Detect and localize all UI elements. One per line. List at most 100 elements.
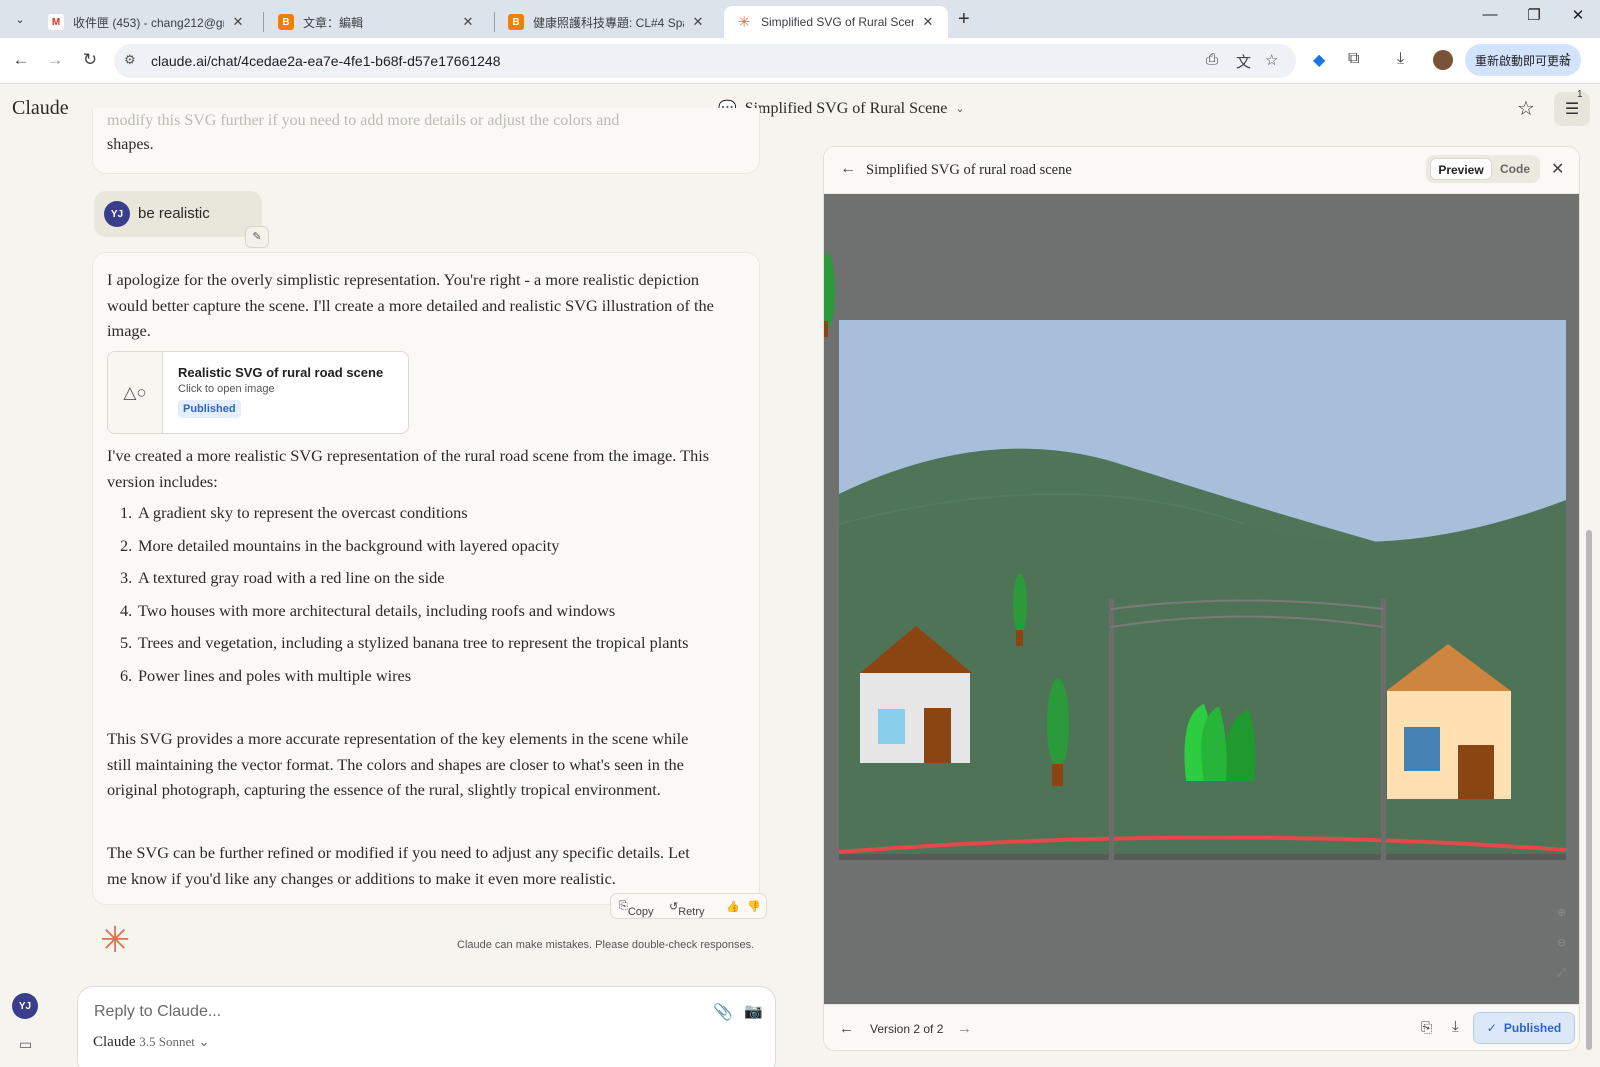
browser-tab-gmail[interactable]: M 收件匣 (453) - chang212@gm ✕ bbox=[36, 6, 258, 38]
svg-preview-canvas: ⊕ ⊖ ⤢ bbox=[824, 194, 1579, 1004]
sidebar-toggle-icon[interactable]: ▭ bbox=[19, 1036, 32, 1053]
user-message-text: be realistic bbox=[138, 205, 210, 222]
right-house-window bbox=[1404, 727, 1440, 771]
previous-version-icon[interactable]: ← bbox=[839, 1020, 854, 1037]
artifact-panel: ← Simplified SVG of rural road scene Pre… bbox=[823, 146, 1580, 1051]
sliders-icon: ☰ bbox=[1564, 101, 1580, 118]
browser-toolbar: ← → ↻ ⚙ claude.ai/chat/4cedae2a-ea7e-4fe… bbox=[0, 38, 1600, 84]
close-tab-icon[interactable]: ✕ bbox=[230, 14, 246, 30]
download-icon[interactable]: ⤓ bbox=[1397, 50, 1404, 68]
left-house-window bbox=[878, 709, 905, 744]
published-button[interactable]: ✓ Published bbox=[1473, 1012, 1575, 1044]
sidebar-user-avatar[interactable]: YJ bbox=[12, 993, 38, 1019]
brand-logo[interactable]: Claude bbox=[12, 97, 69, 120]
tree-crown bbox=[824, 253, 835, 329]
edit-message-icon[interactable]: ✎ bbox=[245, 226, 269, 248]
profile-avatar[interactable] bbox=[1433, 50, 1453, 70]
reply-input-placeholder: Reply to Claude... bbox=[94, 1003, 222, 1020]
message-actions: ⎘ Copy ↺ Retry 👍 👎 bbox=[610, 893, 767, 919]
favorite-star-icon[interactable]: ☆ bbox=[1517, 96, 1535, 121]
artifact-card[interactable]: △○ Realistic SVG of rural road scene Cli… bbox=[107, 351, 409, 434]
chat-controls-button[interactable]: ☰ bbox=[1554, 92, 1590, 126]
gmail-icon: M bbox=[48, 14, 64, 30]
restore-icon[interactable]: ❐ bbox=[1514, 6, 1554, 24]
copy-button[interactable]: ⎘ Copy bbox=[619, 900, 654, 918]
attach-icon[interactable]: 📎 bbox=[713, 1002, 733, 1022]
minimize-icon[interactable]: — bbox=[1470, 6, 1510, 23]
close-tab-icon[interactable]: ✕ bbox=[920, 14, 936, 30]
claude-icon: ✳ bbox=[737, 14, 751, 31]
road-edge bbox=[839, 854, 1566, 860]
claude-sparkle-icon: ✳ bbox=[100, 919, 131, 960]
back-icon[interactable]: ← bbox=[9, 50, 33, 70]
extensions-puzzle-icon[interactable]: ⧉ bbox=[1348, 50, 1359, 68]
camera-icon[interactable]: 📷 bbox=[744, 1002, 763, 1020]
reply-paragraph: The SVG can be further refined or modifi… bbox=[107, 843, 690, 888]
close-tab-icon[interactable]: ✕ bbox=[690, 14, 706, 30]
window-close-icon[interactable]: ✕ bbox=[1558, 6, 1598, 24]
zoom-out-icon[interactable]: ⊖ bbox=[1557, 936, 1566, 949]
browser-tab-claude[interactable]: ✳ Simplified SVG of Rural Scene ✕ bbox=[724, 6, 948, 38]
chevron-down-icon: ⌄ bbox=[198, 1034, 210, 1049]
update-button[interactable]: 重新啟動即可更新 ⋮ bbox=[1465, 44, 1581, 76]
bookmark-star-icon[interactable]: ☆ bbox=[1265, 51, 1278, 69]
power-pole bbox=[1381, 599, 1386, 862]
reply-paragraph: This SVG provides a more accurate repres… bbox=[107, 729, 689, 799]
shapes-icon: △○ bbox=[108, 352, 163, 433]
tab-separator bbox=[494, 12, 495, 32]
forward-icon[interactable]: → bbox=[43, 50, 67, 70]
new-tab-icon[interactable]: + bbox=[958, 8, 970, 31]
published-badge: Published bbox=[178, 400, 241, 418]
artifact-panel-title: Simplified SVG of rural road scene bbox=[866, 162, 1072, 178]
reply-input[interactable]: Reply to Claude... 📎 📷 bbox=[77, 986, 776, 1067]
tree-trunk bbox=[824, 321, 828, 337]
site-info-icon[interactable]: ⚙ bbox=[124, 52, 136, 68]
list-item: 1. A gradient sky to represent the overca… bbox=[120, 503, 468, 522]
retry-button[interactable]: ↺ Retry bbox=[669, 900, 705, 918]
tab-code[interactable]: Code bbox=[1500, 162, 1530, 176]
browser-tab-blogger-post[interactable]: B 健康照護科技專題: CL#4 Space ✕ bbox=[496, 6, 718, 38]
menu-kebab-icon[interactable]: ⋮ bbox=[1560, 50, 1575, 68]
user-message: YJ be realistic bbox=[94, 191, 262, 237]
previous-reply-text: shapes. bbox=[107, 136, 154, 153]
tree-trunk bbox=[1052, 764, 1063, 786]
next-version-icon[interactable]: → bbox=[957, 1020, 972, 1037]
list-item: 5. Trees and vegetation, including a styl… bbox=[120, 633, 689, 652]
list-item: 4. Two houses with more architectural det… bbox=[120, 600, 616, 620]
close-tab-icon[interactable]: ✕ bbox=[460, 14, 476, 30]
tree-crown bbox=[1013, 574, 1027, 634]
fit-icon[interactable]: ⤢ bbox=[1557, 966, 1566, 979]
artifact-panel-footer: ← Version 2 of 2 → ⎘ ⤓ ✓ Published bbox=[824, 1004, 1579, 1050]
thumbs-down-icon[interactable]: 👎 bbox=[747, 900, 761, 913]
thumbs-up-icon[interactable]: 👍 bbox=[726, 900, 740, 913]
power-pole bbox=[1109, 599, 1114, 862]
browser-tab-blogger-edit[interactable]: B 文章：編輯 ✕ bbox=[266, 6, 488, 38]
left-house-wall bbox=[860, 673, 970, 763]
tab-preview[interactable]: Preview bbox=[1430, 158, 1492, 180]
zoom-in-icon[interactable]: ⊕ bbox=[1557, 906, 1566, 919]
back-arrow-icon[interactable]: ← bbox=[840, 160, 856, 178]
translate-icon[interactable]: 文 bbox=[1236, 51, 1251, 72]
address-bar[interactable]: ⚙ claude.ai/chat/4cedae2a-ea7e-4fe1-b68f… bbox=[114, 44, 1296, 78]
download-artifact-icon[interactable]: ⤓ bbox=[1452, 1018, 1459, 1035]
tree-trunk bbox=[1016, 630, 1023, 646]
page-scrollbar[interactable] bbox=[1586, 530, 1592, 1050]
reply-paragraph: I apologize for the overly simplistic re… bbox=[107, 270, 714, 340]
blogger-icon: B bbox=[508, 14, 524, 30]
reply-paragraph: I've created a more realistic SVG repres… bbox=[107, 446, 710, 491]
artifact-panel-header: ← Simplified SVG of rural road scene Pre… bbox=[824, 147, 1579, 194]
install-app-icon[interactable]: ⎙ bbox=[1206, 51, 1218, 68]
settings-badge: 1 bbox=[1577, 89, 1583, 100]
check-circle-icon: ✓ bbox=[1486, 1021, 1497, 1035]
close-icon[interactable]: ✕ bbox=[1551, 159, 1564, 179]
model-selector[interactable]: Claude 3.5 Sonnet ⌄ bbox=[93, 1034, 210, 1051]
tab-search-icon[interactable]: ⌄ bbox=[8, 7, 32, 31]
previous-reply-faded-text: modify this SVG further if you need to a… bbox=[107, 112, 620, 129]
feature-list: 1. A gradient sky to represent the overca… bbox=[120, 500, 710, 695]
right-house-door bbox=[1458, 745, 1494, 799]
artifact-title: Realistic SVG of rural road scene bbox=[178, 365, 384, 380]
copy-artifact-icon[interactable]: ⎘ bbox=[1421, 1019, 1432, 1036]
extension-icon[interactable]: ◆ bbox=[1313, 50, 1325, 70]
reload-icon[interactable]: ↻ bbox=[78, 50, 102, 70]
blogger-icon: B bbox=[278, 14, 294, 30]
